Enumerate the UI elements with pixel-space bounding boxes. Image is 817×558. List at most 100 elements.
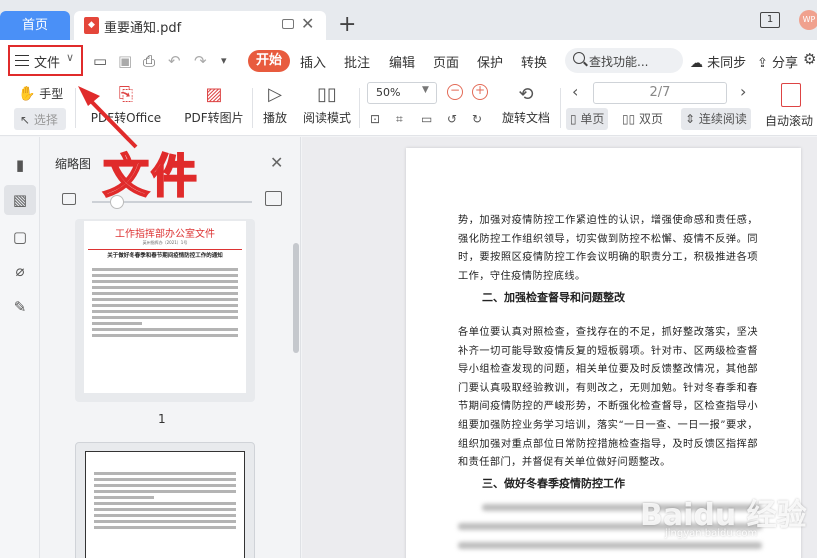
- continuous-label: 连续阅读: [698, 112, 747, 126]
- thumb-doc-title: 工作指挥部办公室文件: [115, 229, 215, 240]
- select-tool-label: 选择: [33, 113, 58, 127]
- settings-icon[interactable]: ⚙: [803, 50, 816, 68]
- rotate-document-button[interactable]: ⟲ 旋转文档: [500, 84, 552, 126]
- tab-document[interactable]: ◆ 重要通知.pdf ✕: [74, 11, 326, 40]
- select-tool-button[interactable]: ↖ 选择: [14, 108, 66, 130]
- play-button[interactable]: ▷ 播放: [260, 84, 290, 126]
- pdf-to-office-button[interactable]: ⎘ PDF转Office: [88, 84, 164, 126]
- hand-tool-label: 手型: [39, 87, 64, 101]
- undo-icon[interactable]: ↶: [168, 52, 181, 70]
- rotate-right-icon[interactable]: ↻: [472, 112, 482, 126]
- thumbnail-icon[interactable]: ▧: [4, 185, 36, 215]
- double-page-label: 双页: [639, 112, 664, 126]
- toolbar-divider: [252, 88, 253, 128]
- redo-icon[interactable]: ↷: [194, 52, 207, 70]
- chevron-down-icon: ▼: [422, 85, 429, 95]
- zoom-in-icon[interactable]: +: [472, 84, 488, 100]
- play-icon: ▷: [268, 84, 282, 105]
- annotation-label: 文件: [102, 148, 199, 204]
- bookmark-icon[interactable]: ▮: [10, 155, 30, 175]
- sync-label: 未同步: [707, 56, 747, 71]
- left-sidebar-rail: ▮ ▧ ▢ ⌀ ✎: [0, 137, 40, 558]
- toolbar-divider: [359, 88, 360, 128]
- close-tab-icon[interactable]: ✕: [301, 14, 314, 33]
- cloud-icon: ☁: [690, 56, 708, 71]
- share-icon: ⇪: [757, 56, 773, 71]
- read-mode-button[interactable]: ▯▯ 阅读模式: [302, 84, 352, 126]
- thumb-text-line: [92, 322, 142, 325]
- large-thumbnail-icon[interactable]: [265, 191, 282, 206]
- file-menu-button[interactable]: 文件 ∨: [8, 45, 83, 76]
- attachment-icon[interactable]: ⌀: [10, 261, 30, 281]
- search-function-box[interactable]: 查找功能...: [565, 48, 683, 73]
- avatar[interactable]: WP: [799, 10, 817, 30]
- previous-page-icon[interactable]: ‹: [572, 82, 578, 101]
- tab-page[interactable]: 页面: [433, 52, 459, 71]
- sync-button[interactable]: ☁ 未同步: [690, 52, 746, 71]
- thumb-text-line: [94, 514, 236, 517]
- thumb-text-line: [92, 286, 238, 289]
- thumb-text-line: [92, 298, 238, 301]
- thumbnail-page-number: 1: [158, 412, 166, 426]
- signature-icon[interactable]: ✎: [10, 297, 30, 317]
- save-icon[interactable]: ▣: [118, 52, 132, 70]
- comment-icon[interactable]: ▢: [10, 227, 30, 247]
- actual-size-icon[interactable]: ⊡: [370, 112, 380, 126]
- small-thumbnail-icon[interactable]: [62, 193, 76, 205]
- toolbar-divider: [75, 88, 76, 128]
- tab-insert[interactable]: 插入: [300, 52, 326, 71]
- tab-start[interactable]: 开始: [248, 50, 290, 72]
- double-page-button[interactable]: ▯▯ 双页: [622, 108, 663, 130]
- search-placeholder: 查找功能...: [589, 55, 649, 69]
- fit-page-icon[interactable]: ⌗: [396, 112, 403, 127]
- window-count-badge[interactable]: 1: [760, 12, 780, 28]
- thumb-text-line: [94, 502, 236, 505]
- pdf-to-office-icon: ⎘: [118, 84, 134, 105]
- continuous-reading-button[interactable]: ⇕ 连续阅读: [681, 108, 751, 130]
- book-icon: ▯▯: [317, 84, 337, 105]
- tab-document-title: 重要通知.pdf: [104, 21, 182, 36]
- zoom-select[interactable]: 50% ▼: [367, 82, 437, 104]
- share-button[interactable]: ⇪ 分享: [757, 52, 798, 71]
- thumb-doc-number: 英州指挥办〔2021〕1号: [142, 240, 188, 245]
- rotate-document-icon: ⟲: [518, 84, 534, 105]
- play-label: 播放: [262, 111, 287, 125]
- thumb-text-line: [94, 520, 236, 523]
- thumbnail-page-1[interactable]: 工作指挥部办公室文件 英州指挥办〔2021〕1号 关于做好冬春季和春节期间疫情防…: [75, 219, 255, 402]
- pdf-to-image-button[interactable]: ▨ PDF转图片: [183, 84, 245, 126]
- thumb-text-line: [94, 484, 236, 487]
- thumb-text-line: [92, 292, 238, 295]
- auto-scroll-icon[interactable]: [781, 83, 801, 107]
- thumbnail-scrollbar[interactable]: [293, 243, 299, 353]
- hand-tool-button[interactable]: ✋ 手型: [18, 85, 63, 102]
- thumb-text-line: [94, 526, 236, 529]
- tab-edit[interactable]: 编辑: [389, 52, 415, 71]
- document-heading-3: 三、做好冬春季疫情防控工作: [482, 477, 625, 490]
- tab-convert[interactable]: 转换: [521, 52, 547, 71]
- thumb-doc-heading: 关于做好冬春季和春节期间疫情防控工作的通知: [107, 253, 223, 259]
- tab-annotate[interactable]: 批注: [344, 52, 370, 71]
- new-tab-button[interactable]: +: [338, 12, 356, 37]
- single-page-icon: ▯: [570, 112, 581, 126]
- tab-home[interactable]: 首页: [0, 11, 70, 40]
- close-panel-icon[interactable]: ✕: [270, 153, 283, 172]
- baidu-watermark-url: jingyan.baidu.com: [665, 528, 758, 539]
- open-folder-icon[interactable]: ▭: [93, 52, 107, 70]
- single-page-button[interactable]: ▯ 单页: [566, 108, 609, 130]
- auto-scroll-label[interactable]: 自动滚动: [765, 112, 813, 129]
- rotate-left-icon[interactable]: ↺: [447, 112, 457, 126]
- next-page-icon[interactable]: ›: [740, 82, 746, 101]
- thumb-text-line: [92, 328, 238, 331]
- thumbnail-page-2[interactable]: [75, 442, 255, 558]
- thumb-text-line: [94, 508, 236, 511]
- thumbnail-page-2-image: [85, 451, 245, 558]
- monitor-icon[interactable]: [282, 19, 294, 29]
- print-icon[interactable]: ⎙: [143, 52, 155, 70]
- zoom-out-icon[interactable]: −: [447, 84, 463, 100]
- pdf-to-image-icon: ▨: [205, 84, 223, 105]
- fit-width-icon[interactable]: ▭: [421, 112, 432, 126]
- cursor-icon: ↖: [20, 113, 31, 127]
- quick-access-dropdown-icon[interactable]: ▾: [221, 54, 227, 67]
- page-number-input[interactable]: 2/7: [593, 82, 727, 104]
- tab-protect[interactable]: 保护: [477, 52, 503, 71]
